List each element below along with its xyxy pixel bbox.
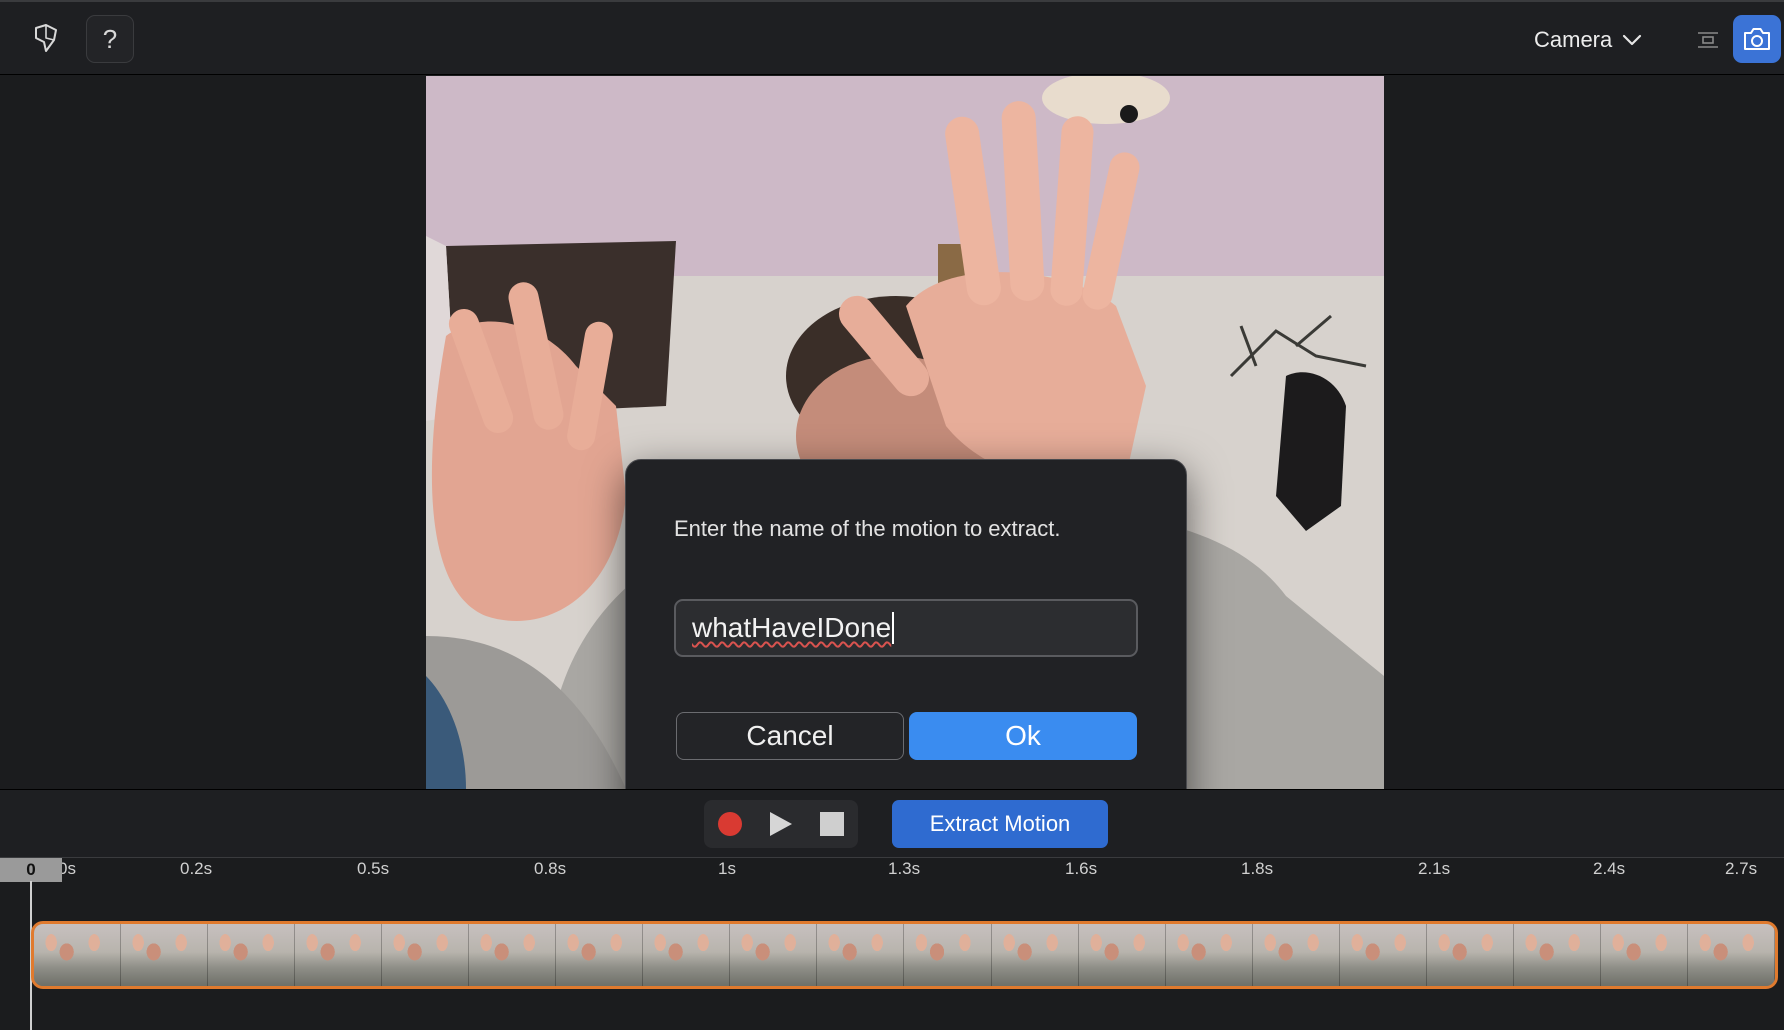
clip-thumbnail (1165, 924, 1253, 986)
stop-icon (820, 812, 844, 836)
clip-thumbnail (643, 924, 731, 986)
clip-thumbnail (1252, 924, 1340, 986)
text-caret (892, 612, 895, 644)
timeline: 0s 0.2s 0.5s 0.8s 1s 1.3s 1.6s 1.8s 2.1s… (0, 857, 1784, 1030)
clip-thumbnail (817, 924, 905, 986)
video-clip-strip[interactable] (31, 921, 1778, 989)
video-viewport: Enter the name of the motion to extract.… (0, 76, 1784, 817)
clip-thumbnail (208, 924, 296, 986)
help-icon: ? (102, 23, 118, 54)
cancel-button[interactable]: Cancel (676, 712, 904, 760)
chevron-down-icon (1623, 34, 1642, 46)
clip-thumbnail (34, 924, 122, 986)
tick-label: 0.2s (180, 859, 213, 878)
extract-motion-button[interactable]: Extract Motion (892, 800, 1108, 848)
stop-button[interactable] (816, 808, 848, 840)
record-button[interactable] (714, 808, 746, 840)
clip-thumbnail (295, 924, 383, 986)
tick-label: 0.5s (357, 859, 390, 878)
clip-thumbnail (469, 924, 557, 986)
play-icon (770, 812, 792, 836)
clip-thumbnail (1078, 924, 1166, 986)
motion-name-value: whatHaveIDone (692, 612, 892, 643)
play-button[interactable] (764, 808, 796, 840)
camera-icon (1744, 28, 1770, 50)
playhead-handle[interactable]: 0 (0, 858, 62, 882)
ok-button[interactable]: Ok (909, 712, 1137, 760)
tick-label: 2.4s (1593, 859, 1626, 878)
tick-label: 0.8s (534, 859, 567, 878)
top-toolbar: ? Camera (0, 0, 1784, 75)
playback-controls (704, 800, 858, 848)
clip-thumbnail (382, 924, 470, 986)
clip-thumbnail (991, 924, 1079, 986)
dialog-message: Enter the name of the motion to extract. (674, 516, 1061, 541)
transport-bar: Extract Motion (0, 789, 1784, 857)
camera-select[interactable]: Camera (1534, 20, 1642, 60)
tick-label: 2.7s (1725, 859, 1758, 878)
clip-thumbnail (1513, 924, 1601, 986)
record-icon (718, 812, 742, 836)
clip-thumbnail (121, 924, 209, 986)
clip-thumbnail (1339, 924, 1427, 986)
list-icon (1698, 32, 1718, 48)
time-ruler[interactable]: 0s 0.2s 0.5s 0.8s 1s 1.3s 1.6s 1.8s 2.1s… (0, 857, 1784, 882)
app-logo-icon[interactable] (22, 15, 70, 63)
extract-motion-dialog: Enter the name of the motion to extract.… (625, 459, 1187, 817)
clip-thumbnail (556, 924, 644, 986)
camera-select-value: Camera (1534, 27, 1613, 52)
clip-thumbnail (904, 924, 992, 986)
clip-thumbnail (1426, 924, 1514, 986)
tick-label: 1s (718, 859, 736, 878)
tick-label: 2.1s (1418, 859, 1451, 878)
list-view-button[interactable] (1684, 16, 1732, 64)
motion-name-input[interactable]: whatHaveIDone (674, 599, 1138, 657)
help-button[interactable]: ? (86, 15, 134, 63)
tick-label: 1.6s (1065, 859, 1098, 878)
clip-thumbnail (730, 924, 818, 986)
clip-thumbnail (1600, 924, 1688, 986)
tick-label: 1.3s (888, 859, 921, 878)
tick-label: 1.8s (1241, 859, 1274, 878)
camera-snapshot-button[interactable] (1733, 15, 1781, 63)
clip-thumbnail (1687, 924, 1775, 986)
